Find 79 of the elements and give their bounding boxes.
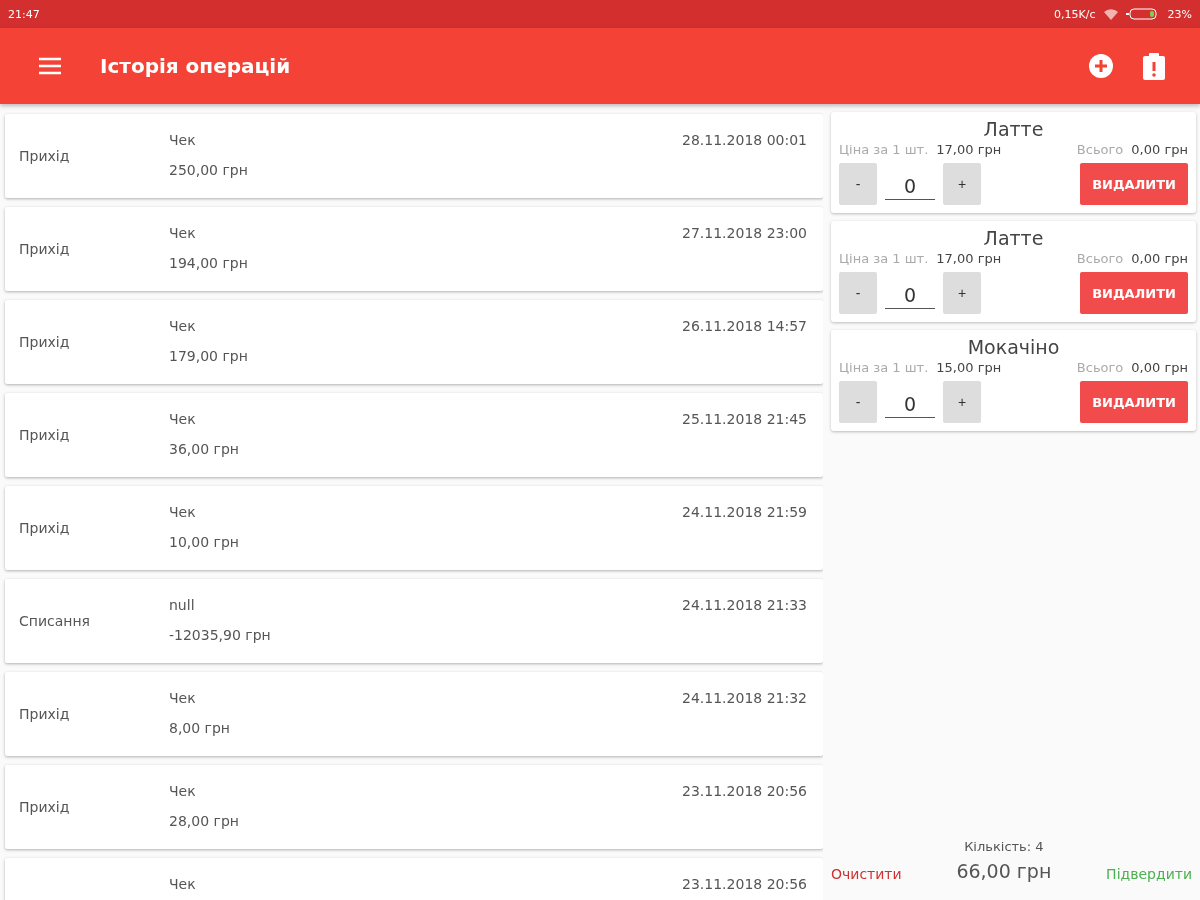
product-name: Латте	[982, 227, 1045, 249]
delete-button[interactable]: ВИДАЛИТИ	[1080, 381, 1188, 423]
delete-button[interactable]: ВИДАЛИТИ	[1080, 272, 1188, 314]
operation-type: Прихід	[19, 241, 71, 257]
operation-type: Прихід	[19, 427, 71, 443]
item-total: 0,00 грн	[1131, 142, 1188, 157]
operation-amount: 179,00 грн	[169, 348, 249, 364]
item-count: Кількість: 4	[964, 839, 1044, 854]
operation-card[interactable]: Прихід Чек 10,00 грн 24.11.2018 21:59	[5, 486, 823, 570]
operation-date: 25.11.2018 21:45	[682, 410, 807, 429]
operation-title: Чек	[169, 876, 197, 892]
operation-title: null	[169, 597, 196, 613]
operation-type: Прихід	[19, 520, 71, 536]
quantity-field[interactable]: 0	[885, 168, 935, 200]
operation-title: Чек	[169, 411, 197, 427]
decrease-button[interactable]: -	[839, 272, 877, 314]
operation-date: 24.11.2018 21:32	[682, 689, 807, 708]
operation-title: Чек	[169, 504, 197, 520]
operation-amount: 28,00 грн	[169, 813, 240, 829]
operation-type: Прихід	[19, 799, 71, 815]
operation-date: 26.11.2018 14:57	[682, 317, 807, 336]
unit-price: 15,00 грн	[936, 360, 1002, 375]
operation-date: 23.11.2018 20:56	[682, 875, 807, 894]
increase-button[interactable]: +	[943, 381, 981, 423]
delete-button[interactable]: ВИДАЛИТИ	[1080, 163, 1188, 205]
price-label: Ціна за 1 шт.	[839, 360, 929, 375]
total-label: Всього	[1076, 142, 1124, 157]
item-total: 0,00 грн	[1131, 360, 1188, 375]
operation-date: 23.11.2018 20:56	[682, 782, 807, 801]
operation-title: Чек	[169, 132, 197, 148]
operation-card[interactable]: Прихід Чек 36,00 грн 25.11.2018 21:45	[5, 393, 823, 477]
operation-amount: -12035,90 грн	[169, 627, 272, 643]
operation-type: Списання	[19, 613, 92, 629]
quantity-field[interactable]: 0	[885, 386, 935, 418]
operation-title: Чек	[169, 690, 197, 706]
operation-title: Чек	[169, 225, 197, 241]
product-name: Мокачіно	[966, 336, 1061, 358]
operation-type: Прихід	[19, 706, 71, 722]
unit-price: 17,00 грн	[936, 142, 1002, 157]
operation-date: 24.11.2018 21:59	[682, 503, 807, 522]
decrease-button[interactable]: -	[839, 381, 877, 423]
wifi-icon	[1103, 8, 1118, 20]
operation-type: Прихід	[19, 334, 71, 350]
operation-amount: 8,00 грн	[169, 720, 232, 736]
total-label: Всього	[1076, 251, 1124, 266]
cart-total: 66,00 грн	[956, 860, 1052, 882]
operation-date: 28.11.2018 00:01	[682, 131, 807, 150]
operation-card[interactable]: Прихід Чек 28,00 грн 23.11.2018 20:56	[5, 765, 823, 849]
increase-button[interactable]: +	[943, 163, 981, 205]
total-label: Всього	[1076, 360, 1124, 375]
operation-title: Чек	[169, 783, 197, 799]
clear-button[interactable]: Очистити	[831, 866, 902, 882]
quantity-field[interactable]: 0	[885, 277, 935, 309]
screen-title: Історія операцій	[100, 54, 291, 78]
operation-card[interactable]: Прихід Чек 250,00 грн 28.11.2018 00:01	[5, 114, 823, 198]
item-total: 0,00 грн	[1131, 251, 1188, 266]
network-speed: 0,15K/c	[1054, 7, 1096, 21]
operation-card[interactable]: Прихід Чек 194,00 грн 27.11.2018 23:00	[5, 207, 823, 291]
operation-card[interactable]: Чек 23.11.2018 20:56	[5, 858, 823, 900]
decrease-button[interactable]: -	[839, 163, 877, 205]
unit-price: 17,00 грн	[936, 251, 1002, 266]
operation-type: Прихід	[19, 148, 71, 164]
increase-button[interactable]: +	[943, 272, 981, 314]
battery-icon	[1125, 8, 1160, 20]
operation-date: 24.11.2018 21:33	[682, 596, 807, 615]
clock: 21:47	[8, 7, 40, 21]
product-name: Латте	[982, 118, 1045, 140]
operation-amount: 250,00 грн	[169, 162, 249, 178]
battery-percent: 23%	[1167, 7, 1192, 21]
price-label: Ціна за 1 шт.	[839, 142, 929, 157]
operation-amount: 194,00 грн	[169, 255, 249, 271]
operation-card[interactable]: Прихід Чек 179,00 грн 26.11.2018 14:57	[5, 300, 823, 384]
operation-card[interactable]: Списання null -12035,90 грн 24.11.2018 21:33	[5, 579, 823, 663]
operation-amount: 10,00 грн	[169, 534, 240, 550]
operation-title: Чек	[169, 318, 197, 334]
operation-amount: 36,00 грн	[169, 441, 240, 457]
price-label: Ціна за 1 шт.	[839, 251, 929, 266]
operation-date: 27.11.2018 23:00	[682, 224, 807, 243]
operation-card[interactable]: Прихід Чек 8,00 грн 24.11.2018 21:32	[5, 672, 823, 756]
